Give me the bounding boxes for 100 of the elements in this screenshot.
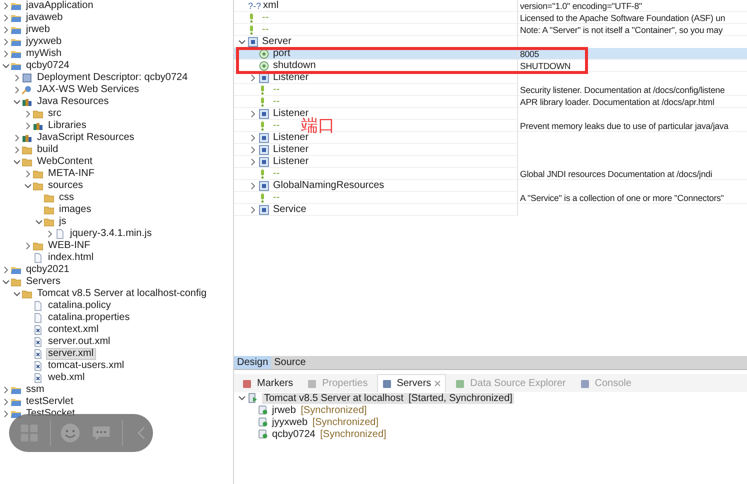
tree-item[interactable]: TestSocket	[24, 408, 77, 420]
expand-chevron-icon[interactable]	[13, 158, 21, 166]
collapse-chevron-icon[interactable]	[2, 14, 10, 22]
tree-item[interactable]: index.html	[46, 252, 96, 264]
close-icon[interactable]	[434, 380, 442, 387]
node-value: APR library loader. Documentation at /docs/apr.html	[518, 96, 747, 108]
tree-item[interactable]: WEB-INF	[46, 240, 92, 252]
xml-row[interactable]: Listener	[234, 72, 747, 84]
collapse-chevron-icon[interactable]	[249, 146, 257, 154]
editor-tab[interactable]: Design	[234, 356, 272, 369]
xml-row[interactable]: ?-? xml version="1.0" encoding="UTF-8"	[234, 0, 747, 12]
expand-chevron-icon[interactable]	[2, 278, 10, 286]
module-icon	[258, 429, 268, 439]
xml-row[interactable]: Listener	[234, 156, 747, 168]
expand-chevron-icon[interactable]	[13, 98, 21, 106]
xml-row[interactable]: Listener	[234, 132, 747, 144]
tree-item[interactable]: JavaScript Resources	[35, 132, 136, 144]
collapse-chevron-icon[interactable]	[249, 110, 257, 118]
collapse-chevron-icon[interactable]	[13, 146, 21, 154]
tree-item[interactable]: jyyxweb	[24, 36, 64, 48]
expand-chevron-icon[interactable]	[24, 182, 32, 190]
view-tab[interactable]: Servers	[376, 374, 446, 392]
tree-item[interactable]: context.xml	[46, 324, 101, 336]
collapse-chevron-icon[interactable]	[249, 182, 257, 190]
collapse-chevron-icon[interactable]	[249, 74, 257, 82]
tree-item[interactable]: Servers	[24, 276, 62, 288]
tree-item[interactable]: javaweb	[24, 12, 65, 24]
xml-row[interactable]: shutdown SHUTDOWN	[234, 60, 747, 72]
sync-status: [Synchronized]	[319, 428, 386, 440]
server-item[interactable]: Tomcat v8.5 Server at localhost [Started, Synchronized]	[262, 392, 514, 404]
collapse-chevron-icon[interactable]	[2, 386, 10, 394]
collapse-chevron-icon[interactable]	[2, 38, 10, 46]
tree-item[interactable]: WebContent	[35, 156, 94, 168]
tree-item[interactable]: jquery-3.4.1.min.js	[68, 228, 154, 240]
collapse-chevron-icon[interactable]	[2, 2, 10, 10]
collapse-chevron-icon[interactable]	[24, 122, 32, 130]
xml-row[interactable]: -- Licensed to the Apache Software Foundation (ASF) un	[234, 12, 747, 24]
tree-item[interactable]: Libraries	[46, 120, 88, 132]
tree-item[interactable]: js	[57, 216, 68, 228]
tree-item[interactable]: catalina.policy	[46, 300, 113, 312]
collapse-chevron-icon[interactable]	[2, 410, 10, 418]
tree-item[interactable]: ssm	[24, 384, 46, 396]
collapse-chevron-icon[interactable]	[2, 26, 10, 34]
tree-item[interactable]: javaApplication	[24, 0, 96, 12]
tree-item[interactable]: server.xml	[46, 348, 96, 360]
tree-item[interactable]: web.xml	[46, 372, 87, 384]
tree-item[interactable]: qcby2021	[24, 264, 72, 276]
collapse-chevron-icon[interactable]	[13, 74, 21, 82]
xml-row[interactable]: Service	[234, 204, 747, 216]
collapse-chevron-icon[interactable]	[24, 242, 32, 250]
collapse-chevron-icon[interactable]	[13, 86, 21, 94]
collapse-chevron-icon[interactable]	[249, 158, 257, 166]
tree-item[interactable]: Tomcat v8.5 Server at localhost-config	[35, 288, 209, 300]
collapse-chevron-icon[interactable]	[24, 110, 32, 118]
tree-item[interactable]: META-INF	[46, 168, 96, 180]
collapse-chevron-icon[interactable]	[249, 134, 257, 142]
tree-item[interactable]: JAX-WS Web Services	[35, 84, 142, 96]
collapse-chevron-icon[interactable]	[13, 134, 21, 142]
module-name[interactable]: jyyxweb	[272, 416, 308, 428]
element-icon	[259, 180, 269, 190]
editor-tab[interactable]: Source	[271, 356, 309, 369]
xml-row[interactable]: Server	[234, 36, 747, 48]
tree-item[interactable]: css	[57, 192, 76, 204]
tree-item[interactable]: jrweb	[24, 24, 52, 36]
tree-item[interactable]: testServlet	[24, 396, 76, 408]
xml-row[interactable]: -- Global JNDI resources Documentation at /docs/jndi	[234, 168, 747, 180]
module-name[interactable]: jrweb	[272, 404, 296, 416]
expand-chevron-icon[interactable]	[13, 290, 21, 298]
collapse-chevron-icon[interactable]	[2, 50, 10, 58]
expand-chevron-icon[interactable]	[238, 394, 246, 402]
tree-item[interactable]: Deployment Descriptor: qcby0724	[35, 72, 190, 84]
xml-row[interactable]: -- A "Service" is a collection of one or more "Connectors"	[234, 192, 747, 204]
view-tab[interactable]: Markers	[237, 374, 298, 392]
tree-item[interactable]: images	[57, 204, 94, 216]
xml-row[interactable]: -- Note: A "Server" is not itself a "Container", so you may	[234, 24, 747, 36]
comment-marker: --	[273, 168, 280, 179]
collapse-chevron-icon[interactable]	[2, 266, 10, 274]
tree-item[interactable]: Java Resources	[35, 96, 111, 108]
tree-item[interactable]: catalina.properties	[46, 312, 132, 324]
tree-item[interactable]: src	[46, 108, 64, 120]
tree-item[interactable]: server.out.xml	[46, 336, 112, 348]
tree-item[interactable]: myWish	[24, 48, 64, 60]
xml-file-icon	[33, 361, 43, 371]
node-name: Listener	[273, 72, 309, 83]
expand-chevron-icon[interactable]	[238, 38, 246, 46]
collapse-chevron-icon[interactable]	[24, 170, 32, 178]
tree-item[interactable]: tomcat-users.xml	[46, 360, 126, 372]
xml-row[interactable]: -- APR library loader. Documentation at /docs/apr.html	[234, 96, 747, 108]
tree-item[interactable]: sources	[46, 180, 86, 192]
xml-row[interactable]: GlobalNamingResources	[234, 180, 747, 192]
xml-row[interactable]: -- Security listener. Documentation at /docs/config/listene	[234, 84, 747, 96]
module-name[interactable]: qcby0724	[272, 428, 316, 440]
xml-row[interactable]: Listener	[234, 144, 747, 156]
tree-item[interactable]: qcby0724	[24, 60, 72, 72]
expand-chevron-icon[interactable]	[2, 62, 10, 70]
collapse-chevron-icon[interactable]	[2, 398, 10, 406]
tree-item[interactable]: build	[35, 144, 60, 156]
collapse-chevron-icon[interactable]	[46, 230, 54, 238]
expand-chevron-icon[interactable]	[35, 218, 43, 226]
collapse-chevron-icon[interactable]	[249, 206, 257, 214]
